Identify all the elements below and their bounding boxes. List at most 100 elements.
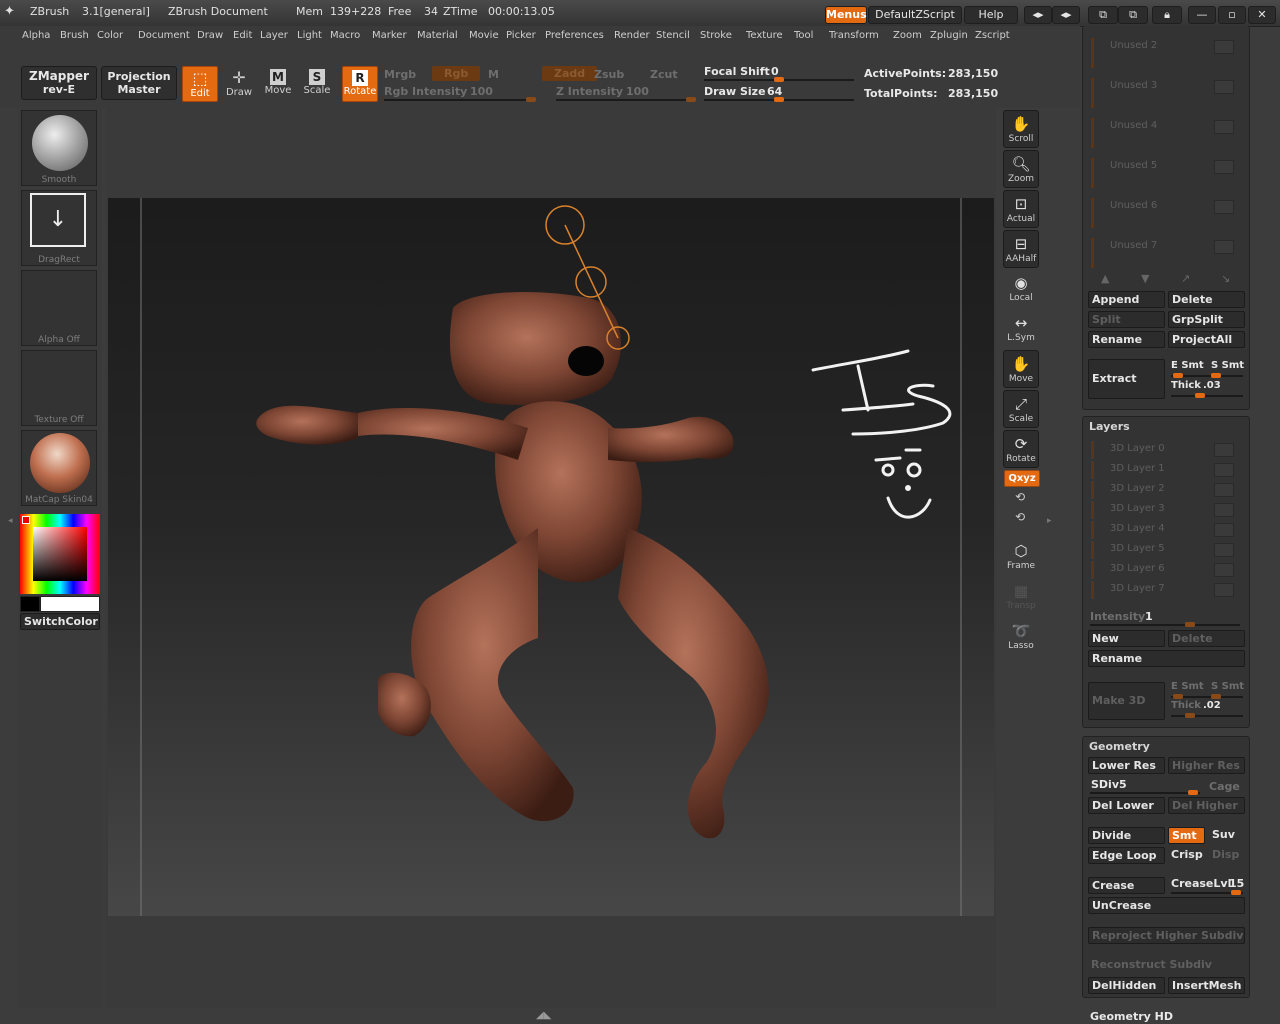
xyz-rotate-button[interactable]: Qxyz	[1004, 470, 1040, 487]
extract-thick-slider[interactable]	[1171, 393, 1243, 398]
extract-s-smt-knob[interactable]	[1211, 373, 1221, 378]
menu-item-picker[interactable]: Picker	[506, 30, 536, 41]
collapse-left-tray-icon[interactable]: ◂	[8, 516, 13, 526]
layer-item[interactable]: 3D Layer 0	[1091, 441, 1234, 459]
make-3d-button[interactable]: Make 3D	[1088, 682, 1165, 720]
texture-selector[interactable]: Texture Off	[21, 350, 97, 426]
subtool-item[interactable]: Unused 7	[1091, 238, 1234, 268]
menu-item-draw[interactable]: Draw	[197, 30, 223, 41]
shelf-move-button[interactable]: ✋ Move	[1003, 350, 1039, 388]
stroke-selector[interactable]: ↓ DragRect	[21, 190, 97, 266]
zadd-button[interactable]: Zadd	[542, 66, 598, 81]
menu-item-edit[interactable]: Edit	[233, 30, 252, 41]
projectall-button[interactable]: ProjectAll	[1168, 331, 1245, 348]
layer-s-smt[interactable]: S Smt	[1211, 681, 1244, 692]
document-canvas[interactable]	[108, 198, 994, 916]
layer-item[interactable]: 3D Layer 5	[1091, 541, 1234, 559]
shelf-actual-button[interactable]: ⊡ Actual	[1003, 190, 1039, 228]
layer-item[interactable]: 3D Layer 2	[1091, 481, 1234, 499]
focal-shift-knob[interactable]	[774, 77, 784, 82]
menu-item-marker[interactable]: Marker	[372, 30, 407, 41]
subtool-item[interactable]: Unused 5	[1091, 158, 1234, 188]
layer-item[interactable]: 3D Layer 1	[1091, 461, 1234, 479]
z-intensity-slider[interactable]	[556, 97, 696, 102]
subtool-item[interactable]: Unused 4	[1091, 118, 1234, 148]
draw-size-slider[interactable]	[704, 97, 854, 102]
new-layer-button[interactable]: New	[1088, 630, 1165, 647]
cage-button[interactable]: Cage	[1209, 780, 1240, 793]
layer-e-smt[interactable]: E Smt	[1171, 681, 1204, 692]
layer-e-smt-knob[interactable]	[1173, 694, 1183, 699]
color-picker-square[interactable]	[33, 527, 87, 581]
menu-item-zscript[interactable]: Zscript	[975, 30, 1010, 41]
menu-item-brush[interactable]: Brush	[60, 30, 89, 41]
grpsplit-button[interactable]: GrpSplit	[1168, 311, 1245, 328]
menu-item-alpha[interactable]: Alpha	[22, 30, 50, 41]
layer-smt-slider[interactable]	[1171, 694, 1243, 699]
subtool-visibility-toggle[interactable]	[1214, 200, 1234, 214]
zsub-button[interactable]: Zsub	[594, 68, 624, 81]
suv-toggle[interactable]: Suv	[1209, 827, 1245, 844]
extract-smt-slider[interactable]	[1171, 373, 1243, 378]
layer-visibility-toggle[interactable]	[1214, 443, 1234, 457]
layer-s-smt-knob[interactable]	[1211, 694, 1221, 699]
brush-selector[interactable]: Smooth	[21, 110, 97, 186]
menu-item-movie[interactable]: Movie	[469, 30, 499, 41]
menu-item-stencil[interactable]: Stencil	[656, 30, 690, 41]
append-button[interactable]: Append	[1088, 291, 1165, 308]
layer-intensity-knob[interactable]	[1185, 622, 1195, 627]
default-zscript-button[interactable]: DefaultZScript	[868, 6, 962, 24]
shelf-scale-button[interactable]: ⤢ Scale	[1003, 390, 1039, 428]
secondary-color-swatch[interactable]	[40, 596, 100, 612]
move-up-icon[interactable]: ▲	[1101, 272, 1109, 285]
shelf-lasso-button[interactable]: ➰ Lasso	[1003, 618, 1039, 656]
delhidden-button[interactable]: DelHidden	[1088, 977, 1165, 994]
layer-visibility-toggle[interactable]	[1214, 583, 1234, 597]
menu-item-zplugin[interactable]: Zplugin	[930, 30, 968, 41]
primary-color-swatch[interactable]	[20, 596, 40, 612]
mrgb-button[interactable]: Mrgb	[384, 68, 416, 81]
del-higher-button[interactable]: Del Higher	[1168, 797, 1245, 814]
minimize-icon[interactable]: —	[1188, 6, 1216, 24]
layer-visibility-toggle[interactable]	[1214, 563, 1234, 577]
layout-icon[interactable]: ⧉	[1088, 6, 1118, 24]
layer-visibility-toggle[interactable]	[1214, 543, 1234, 557]
split-button[interactable]: Split	[1088, 311, 1165, 328]
shelf-local-button[interactable]: ◉ Local	[1003, 270, 1039, 308]
layer-item[interactable]: 3D Layer 6	[1091, 561, 1234, 579]
subtool-visibility-toggle[interactable]	[1214, 80, 1234, 94]
menu-item-stroke[interactable]: Stroke	[700, 30, 732, 41]
subtool-item[interactable]: Unused 3	[1091, 78, 1234, 108]
menu-item-zoom[interactable]: Zoom	[893, 30, 922, 41]
shelf-aahalf-button[interactable]: ⊟ AAHalf	[1003, 230, 1039, 268]
menu-item-transform[interactable]: Transform	[829, 30, 879, 41]
edge-loop-button[interactable]: Edge Loop	[1088, 847, 1165, 864]
material-selector[interactable]: MatCap Skin04	[21, 430, 97, 506]
scroll-left-icon[interactable]: ◂▸	[1024, 6, 1052, 24]
layer-visibility-toggle[interactable]	[1214, 503, 1234, 517]
menu-item-light[interactable]: Light	[297, 30, 322, 41]
move-up-alt-icon[interactable]: ↗	[1181, 272, 1190, 285]
z-axis-rotate-icon[interactable]: ⟲	[1015, 510, 1025, 524]
reconstruct-subdiv-button[interactable]: Reconstruct Subdiv	[1088, 957, 1245, 974]
layer-thick-knob[interactable]	[1185, 713, 1195, 718]
disp-slider[interactable]: Disp	[1209, 847, 1245, 864]
delete-button[interactable]: Delete	[1168, 291, 1245, 308]
uncrease-button[interactable]: UnCrease	[1088, 897, 1245, 914]
rgb-intensity-slider[interactable]	[384, 97, 536, 102]
move-down-alt-icon[interactable]: ↘	[1221, 272, 1230, 285]
menu-item-macro[interactable]: Macro	[330, 30, 360, 41]
layer-visibility-toggle[interactable]	[1214, 483, 1234, 497]
extract-button[interactable]: Extract	[1088, 359, 1165, 399]
higher-res-button[interactable]: Higher Res	[1168, 757, 1245, 774]
menu-item-preferences[interactable]: Preferences	[545, 30, 604, 41]
delete-layer-button[interactable]: Delete	[1168, 630, 1245, 647]
subtool-visibility-toggle[interactable]	[1214, 160, 1234, 174]
layer-visibility-toggle[interactable]	[1214, 523, 1234, 537]
color-picker[interactable]	[20, 514, 100, 594]
scroll-right-icon[interactable]: ◂▸	[1052, 6, 1080, 24]
draw-tool-button[interactable]: ✛ Draw	[221, 66, 257, 102]
subtool-visibility-toggle[interactable]	[1214, 240, 1234, 254]
z-intensity-knob[interactable]	[686, 97, 696, 102]
y-axis-rotate-icon[interactable]: ⟲	[1015, 490, 1025, 504]
